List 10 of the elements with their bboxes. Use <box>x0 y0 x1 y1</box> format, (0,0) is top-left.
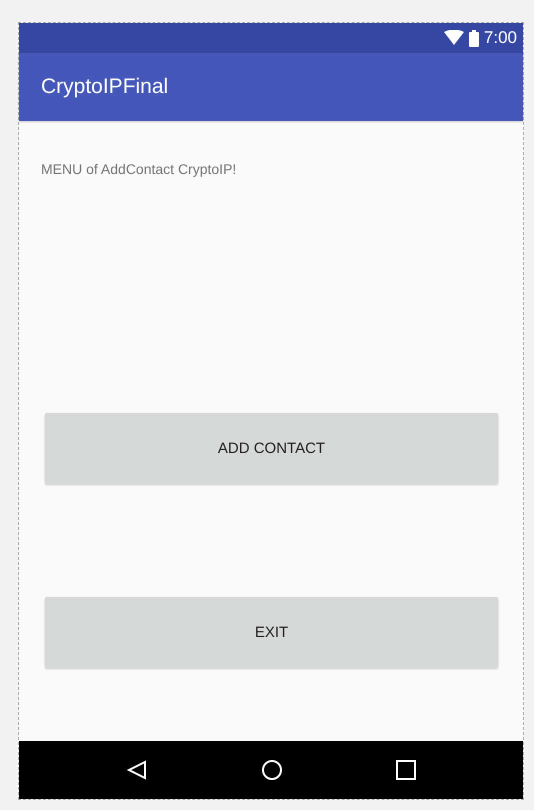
back-icon[interactable] <box>126 759 148 781</box>
recents-icon[interactable] <box>396 760 416 780</box>
status-time: 7:00 <box>484 28 517 48</box>
menu-button[interactable]: ADD CONTACT <box>45 413 498 484</box>
app-title: CryptoIPFinal <box>41 75 168 99</box>
menu-text: MENU of AddContact CryptoIP! <box>41 161 238 177</box>
battery-icon <box>468 30 479 46</box>
home-icon[interactable] <box>260 759 283 781</box>
wifi-icon <box>444 30 464 46</box>
menu-button[interactable]: EXIT <box>45 597 498 668</box>
